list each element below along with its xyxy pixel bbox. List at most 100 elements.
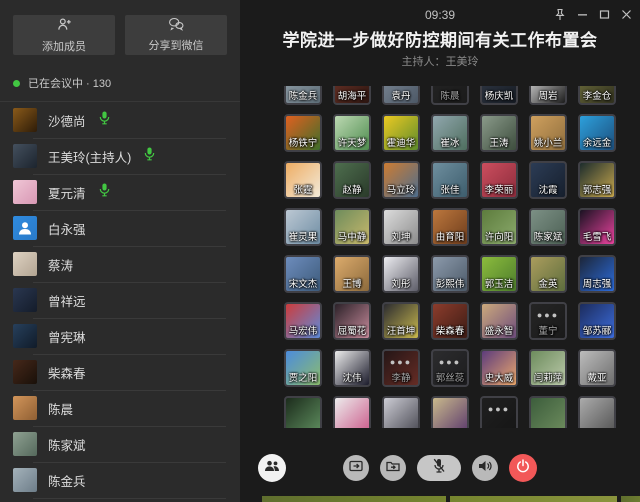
video-tile[interactable]: 周志强 — [578, 255, 616, 293]
video-tile[interactable]: ●●● 李静 — [382, 349, 420, 387]
participant-row[interactable]: 曾宪琳 — [0, 318, 240, 354]
video-tile[interactable]: ●●● 郭丝蕊 — [431, 349, 469, 387]
video-tile[interactable]: 陈金兵 — [284, 86, 322, 105]
video-tile[interactable]: ●●● 董宁 — [529, 302, 567, 340]
video-tile[interactable]: 袁丹 — [382, 86, 420, 105]
video-tile[interactable]: 沈霞 — [529, 161, 567, 199]
video-tile[interactable]: 张佳 — [431, 161, 469, 199]
video-tile[interactable]: 李金仓 — [578, 86, 616, 105]
video-tile[interactable]: 陈家斌 — [529, 208, 567, 246]
video-tile[interactable]: 杨铁宁 — [284, 114, 322, 152]
share-file-button[interactable] — [380, 455, 406, 481]
video-tile[interactable]: 杨庆凯 — [480, 86, 518, 105]
video-tile[interactable]: 邹苏郦 — [578, 302, 616, 340]
video-tile[interactable]: 周岩 — [529, 86, 567, 105]
tile-name: 董宁 — [531, 323, 565, 337]
tile-name: 金英 — [531, 276, 565, 290]
video-tile[interactable]: 马立玲 — [382, 161, 420, 199]
participant-avatar — [13, 180, 37, 204]
participant-name: 曾祥远 — [48, 291, 86, 310]
tile-name: 沈霞 — [531, 182, 565, 196]
video-tile[interactable]: 王涛 — [480, 114, 518, 152]
video-tile[interactable]: 许天梦 — [333, 114, 371, 152]
tile-name: 王博 — [335, 276, 369, 290]
video-tile[interactable]: 金英 — [529, 255, 567, 293]
video-tile[interactable]: 赵静 — [333, 161, 371, 199]
video-tile[interactable]: 姚小兰 — [529, 114, 567, 152]
video-tile[interactable]: ●●● — [480, 396, 518, 428]
video-tile[interactable]: 郭志强 — [578, 161, 616, 199]
video-tile[interactable]: 闫莉萍 — [529, 349, 567, 387]
video-tile[interactable]: 胡海平 — [333, 86, 371, 105]
video-tile[interactable]: 霍迪华 — [382, 114, 420, 152]
tile-name: 李荣丽 — [482, 182, 516, 196]
minimize-icon[interactable] — [573, 5, 591, 23]
participant-avatar — [13, 216, 37, 240]
close-icon[interactable] — [617, 5, 635, 23]
video-tile[interactable] — [382, 396, 420, 428]
window-controls — [551, 5, 635, 23]
video-tile[interactable]: 郭玉洁 — [480, 255, 518, 293]
video-tile[interactable]: 贾之阳 — [284, 349, 322, 387]
mic-on-icon — [144, 147, 155, 166]
video-tile[interactable]: 盛永智 — [480, 302, 518, 340]
share-to-wechat-button[interactable]: 分享到微信 — [125, 15, 227, 55]
participant-row[interactable]: 王美玲(主持人) — [0, 138, 240, 174]
host-label: 主持人：王美玲 — [240, 53, 640, 69]
maximize-icon[interactable] — [595, 5, 613, 23]
video-tile[interactable]: 沈伟 — [333, 349, 371, 387]
video-tile[interactable] — [333, 396, 371, 428]
video-tile[interactable]: 余远金 — [578, 114, 616, 152]
video-tile[interactable]: 史大威 — [480, 349, 518, 387]
video-tile[interactable]: 王博 — [333, 255, 371, 293]
tile-name: 许天梦 — [335, 135, 369, 149]
video-tile[interactable]: 许向阳 — [480, 208, 518, 246]
video-tile[interactable]: 崔灵果 — [284, 208, 322, 246]
mute-button[interactable] — [417, 455, 461, 481]
tile-name: 盛永智 — [482, 323, 516, 337]
speaker-button[interactable] — [472, 455, 498, 481]
participant-name: 曾宪琳 — [48, 327, 86, 346]
video-tile[interactable]: 马中静 — [333, 208, 371, 246]
share-screen-button[interactable] — [343, 455, 369, 481]
participant-row[interactable]: 陈晨 — [0, 390, 240, 426]
video-tile[interactable]: 屈蜀花 — [333, 302, 371, 340]
participant-row[interactable]: 夏元清 — [0, 174, 240, 210]
hang-up-button[interactable] — [509, 454, 537, 482]
add-member-button[interactable]: 添加成员 — [13, 15, 115, 55]
connecting-dots-icon: ●●● — [482, 405, 516, 414]
participants-button[interactable] — [258, 454, 286, 482]
video-tile[interactable]: 刘彤 — [382, 255, 420, 293]
participant-row[interactable]: 蔡涛 — [0, 246, 240, 282]
participant-row[interactable]: 陈家斌 — [0, 426, 240, 462]
video-tile[interactable]: 宋文杰 — [284, 255, 322, 293]
mic-on-icon — [99, 111, 110, 130]
video-tile[interactable]: 由育阳 — [431, 208, 469, 246]
participant-row[interactable]: 柴森春 — [0, 354, 240, 390]
participant-row[interactable]: 陈金兵 — [0, 462, 240, 498]
participant-row[interactable]: 沙德尚 — [0, 102, 240, 138]
video-tile[interactable]: 崔冰 — [431, 114, 469, 152]
video-tile[interactable]: 毛雪飞 — [578, 208, 616, 246]
video-tile[interactable]: 柴森春 — [431, 302, 469, 340]
mic-muted-icon — [432, 458, 446, 477]
sidebar-actions: 添加成员 分享到微信 — [0, 0, 240, 67]
video-tile[interactable]: 马宏伟 — [284, 302, 322, 340]
video-tile[interactable] — [578, 396, 616, 428]
video-tile[interactable]: 戴亚 — [578, 349, 616, 387]
video-tile[interactable] — [431, 396, 469, 428]
video-tile[interactable]: 李荣丽 — [480, 161, 518, 199]
participant-row[interactable]: 陈文颀 — [0, 498, 240, 502]
participant-row[interactable]: 白永强 — [0, 210, 240, 246]
video-tile[interactable] — [529, 396, 567, 428]
video-tile[interactable]: ●●● 陈晨 — [431, 86, 469, 105]
video-tile[interactable]: 彭熙伟 — [431, 255, 469, 293]
tile-name: 邹苏郦 — [580, 323, 614, 337]
video-tile[interactable]: 刘坤 — [382, 208, 420, 246]
video-tile[interactable]: 张霆 — [284, 161, 322, 199]
participant-row[interactable]: 曾祥远 — [0, 282, 240, 318]
tile-name: 彭熙伟 — [433, 276, 467, 290]
video-tile[interactable] — [284, 396, 322, 428]
video-tile[interactable]: 汪首坤 — [382, 302, 420, 340]
pin-icon[interactable] — [551, 5, 569, 23]
